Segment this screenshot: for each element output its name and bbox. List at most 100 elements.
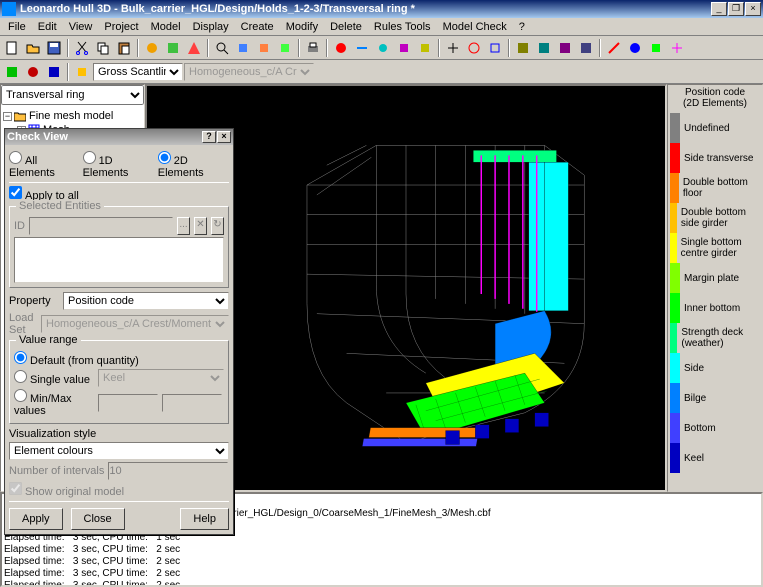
tool-icon[interactable] (23, 62, 43, 82)
legend-label: Side transverse (684, 153, 753, 164)
zoom-icon[interactable] (212, 38, 232, 58)
menu-view[interactable]: View (63, 20, 99, 34)
tool-icon[interactable] (604, 38, 624, 58)
close-button[interactable]: Close (71, 508, 125, 530)
radio-default[interactable]: Default (from quantity) (14, 351, 139, 367)
collapse-icon[interactable]: − (3, 112, 12, 121)
tool-icon[interactable] (415, 38, 435, 58)
legend-label: Strength deck (weather) (681, 327, 760, 349)
help-button[interactable]: Help (180, 508, 229, 530)
legend-swatch (670, 353, 680, 383)
save-icon[interactable] (44, 38, 64, 58)
radio-1d-elements[interactable]: 1D Elements (83, 151, 154, 179)
refresh-button[interactable]: ↻ (211, 217, 224, 235)
check-view-dialog: Check View ? × All Elements 1D Elements … (4, 128, 234, 535)
new-icon[interactable] (2, 38, 22, 58)
tool-icon[interactable] (534, 38, 554, 58)
minimize-button[interactable]: _ (711, 2, 727, 16)
viz-style-select[interactable]: Element colours (9, 442, 229, 460)
tool-icon[interactable] (576, 38, 596, 58)
menu-delete[interactable]: Delete (324, 20, 368, 34)
tool-icon[interactable] (72, 62, 92, 82)
dialog-help-icon[interactable]: ? (202, 131, 216, 143)
tool-icon[interactable] (2, 62, 22, 82)
tool-icon[interactable] (485, 38, 505, 58)
legend-item: Keel (670, 443, 760, 473)
tool-icon[interactable] (646, 38, 666, 58)
tool-icon[interactable] (233, 38, 253, 58)
apply-button[interactable]: Apply (9, 508, 63, 530)
dialog-close-icon[interactable]: × (217, 131, 231, 143)
legend-item: Bottom (670, 413, 760, 443)
legend-swatch (670, 293, 680, 323)
tool-icon[interactable] (275, 38, 295, 58)
legend-swatch (670, 113, 680, 143)
radio-minmax[interactable]: Min/Max values (14, 389, 94, 417)
menu-help[interactable]: ? (513, 20, 531, 34)
tool-icon[interactable] (352, 38, 372, 58)
property-select[interactable]: Position code (63, 292, 229, 310)
tool-icon[interactable] (625, 38, 645, 58)
tool-icon[interactable] (184, 38, 204, 58)
viz-style-label: Visualization style (9, 428, 96, 440)
radio-2d-elements[interactable]: 2D Elements (158, 151, 229, 179)
legend-title: Position code (2D Elements) (670, 87, 760, 109)
tool-icon[interactable] (555, 38, 575, 58)
menu-edit[interactable]: Edit (32, 20, 63, 34)
tool-icon[interactable] (513, 38, 533, 58)
single-value-select[interactable]: Keel (98, 369, 224, 387)
max-input[interactable] (162, 394, 222, 412)
folder-icon (14, 110, 26, 122)
tool-icon[interactable] (394, 38, 414, 58)
load-case-combo[interactable]: Homogeneous_c/A Crest/Moment (184, 63, 314, 81)
tool-icon[interactable] (667, 38, 687, 58)
model-combo[interactable]: Transversal ring (1, 85, 144, 105)
app-icon (2, 2, 16, 16)
paste-icon[interactable] (114, 38, 134, 58)
value-range-group: Default (from quantity) Single value Kee… (9, 340, 229, 424)
radio-single-value[interactable]: Single value (14, 370, 94, 386)
menu-project[interactable]: Project (98, 20, 144, 34)
loadset-select[interactable]: Homogeneous_c/A Crest/Moment (41, 315, 229, 333)
legend-label: Inner bottom (684, 303, 740, 314)
print-icon[interactable] (303, 38, 323, 58)
legend-label: Bottom (684, 423, 716, 434)
selected-entities-group: ID ... ✕ ↻ (9, 206, 229, 288)
entities-listbox[interactable] (14, 237, 224, 283)
legend-item: Single bottom centre girder (670, 233, 760, 263)
menu-model-check[interactable]: Model Check (437, 20, 513, 34)
loadset-label: Load Set (9, 312, 37, 336)
tool-icon[interactable] (373, 38, 393, 58)
tool-icon[interactable] (142, 38, 162, 58)
maximize-button[interactable]: ❐ (728, 2, 744, 16)
menu-model[interactable]: Model (145, 20, 187, 34)
menu-display[interactable]: Display (187, 20, 235, 34)
menu-rules-tools[interactable]: Rules Tools (368, 20, 437, 34)
tool-icon[interactable] (443, 38, 463, 58)
menu-file[interactable]: File (2, 20, 32, 34)
min-input[interactable] (98, 394, 158, 412)
copy-icon[interactable] (93, 38, 113, 58)
tree-root[interactable]: − Fine mesh model (3, 109, 142, 123)
legend-swatch (670, 383, 680, 413)
tool-icon[interactable] (163, 38, 183, 58)
tool-icon[interactable] (254, 38, 274, 58)
legend-item: Double bottom floor (670, 173, 760, 203)
show-original-checkbox[interactable]: Show original model (9, 482, 124, 498)
id-input[interactable] (29, 217, 173, 235)
scantlings-combo[interactable]: Gross Scantlings (93, 63, 183, 81)
tool-icon[interactable] (331, 38, 351, 58)
menu-create[interactable]: Create (235, 20, 280, 34)
radio-all-elements[interactable]: All Elements (9, 151, 79, 179)
tool-icon[interactable] (464, 38, 484, 58)
legend-swatch (670, 173, 679, 203)
delete-button[interactable]: ✕ (194, 217, 207, 235)
menu-modify[interactable]: Modify (280, 20, 324, 34)
intervals-input[interactable] (108, 462, 228, 480)
legend-label: Margin plate (684, 273, 739, 284)
close-button[interactable]: × (745, 2, 761, 16)
cut-icon[interactable] (72, 38, 92, 58)
browse-button[interactable]: ... (177, 217, 190, 235)
tool-icon[interactable] (44, 62, 64, 82)
open-icon[interactable] (23, 38, 43, 58)
